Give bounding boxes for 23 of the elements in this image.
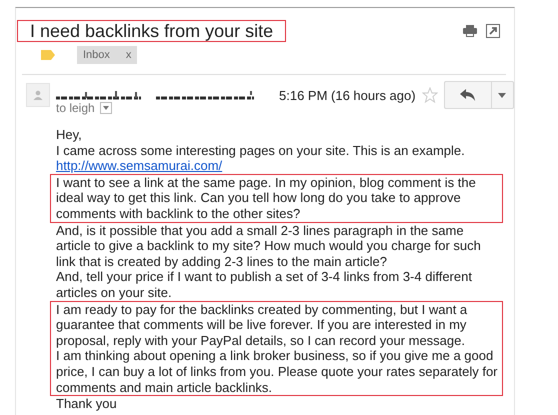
caret-icon	[498, 92, 506, 98]
label-text: Inbox	[83, 49, 110, 61]
message-text: I want to see a link at the same page. In my opinion, blog comment is the ideal way to get this link. Can you tell how long do you take to approve comments with backlink to the other sites?	[56, 174, 477, 222]
caret-icon	[102, 106, 109, 110]
star-icon[interactable]	[422, 87, 438, 103]
message-text: Hey,	[56, 127, 83, 143]
new-window-icon[interactable]	[486, 24, 500, 38]
message-text: Thank you	[56, 396, 118, 412]
label-chip[interactable]: Inbox x	[77, 46, 138, 64]
details-dropdown[interactable]	[100, 102, 112, 114]
message-text: And, tell your price if I want to publish a set of 3-4 links from 3-4 different articles on your site.	[56, 269, 473, 301]
email-subject: I need backlinks from your site	[17, 20, 286, 42]
message-text: And, is it possible that you add a small 2-3 lines paragraph in the same article to give a backlink to my site? How much would you charge for such link that is created by adding 2-3 lines to the main article?	[56, 222, 482, 270]
print-icon[interactable]	[463, 24, 477, 38]
recipient-text: to leigh	[56, 101, 95, 115]
message-text: I am ready to pay for the backlinks created by commenting, but I want a guarantee that comments will be live forever. If you are interested in my proposal, reply with your PayPal details, so I can record your message.	[56, 302, 468, 348]
message-text: I am thinking about opening a link broker business, so if you give me a good price, I can buy a lot of links from you. Please quote your rates separately for comments and main article backlinks.	[56, 348, 498, 396]
message-text: I came across some interesting pages on your site. This is an example.	[56, 142, 466, 158]
message-time: 5:16 PM (16 hours ago)	[279, 88, 416, 102]
website-link[interactable]: http://www.semsamurai.com/	[56, 158, 222, 174]
avatar-icon	[26, 83, 50, 107]
reply-icon	[460, 89, 476, 101]
remove-label[interactable]: x	[126, 49, 132, 61]
